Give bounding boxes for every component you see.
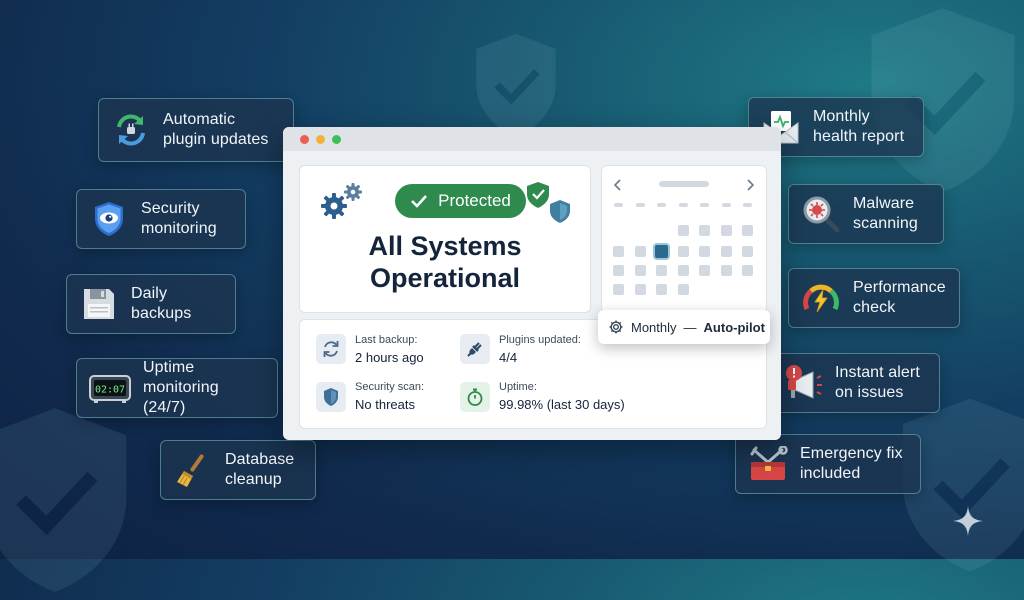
calendar-panel <box>601 165 767 313</box>
weekday-marker <box>657 203 666 207</box>
schedule-separator: — <box>683 319 697 335</box>
megaphone-alert-icon <box>783 363 823 403</box>
feature-label: Security monitoring <box>141 200 217 237</box>
weekday-marker <box>635 203 645 207</box>
speed-gauge-icon <box>801 278 841 318</box>
calendar-day[interactable] <box>656 265 667 276</box>
calendar-day[interactable] <box>677 284 689 295</box>
checkmark-icon <box>411 195 428 208</box>
shields-icon <box>527 182 570 223</box>
feature-label: Performance check <box>853 279 946 316</box>
feature-card-uptime-monitoring: 02:07 Uptime monitoring (24/7) <box>76 358 278 418</box>
weekday-marker <box>743 203 752 207</box>
uptime-label: Uptime: <box>499 381 537 393</box>
feature-card-plugin-updates: Automatic plugin updates <box>98 98 294 162</box>
magnifier-virus-icon <box>801 194 841 234</box>
broom-icon <box>173 450 213 490</box>
feature-label: Uptime monitoring (24/7) <box>143 359 219 416</box>
sparkle-icon <box>953 506 983 536</box>
calendar-day[interactable] <box>634 284 646 295</box>
status-headline: All Systems Operational <box>368 231 522 293</box>
feature-card-emergency-fix: Emergency fix included <box>735 434 921 494</box>
calendar-day[interactable] <box>656 284 667 295</box>
plugins-updated-value: 4/4 <box>499 350 518 365</box>
feature-card-performance-check: Performance check <box>788 268 960 328</box>
calendar-day[interactable] <box>634 265 646 276</box>
browser-window: Protected All Systems Operational Last b… <box>283 127 781 440</box>
calendar-day[interactable] <box>677 225 689 236</box>
gears-icon <box>321 183 362 219</box>
protected-badge-label: Protected <box>438 191 511 210</box>
plugins-updated-label: Plugins updated: <box>499 334 581 346</box>
calendar-day[interactable] <box>699 225 710 236</box>
feature-label: Database cleanup <box>225 451 295 488</box>
security-scan-label: Security scan: <box>355 381 425 393</box>
feature-card-security-monitoring: Security monitoring <box>76 189 246 249</box>
weekday-marker <box>721 203 731 207</box>
floppy-disk-icon <box>79 284 119 324</box>
calendar-day[interactable] <box>742 265 753 276</box>
last-backup-value: 2 hours ago <box>355 350 424 365</box>
calendar-day[interactable] <box>742 225 753 236</box>
month-label-placeholder <box>659 181 709 187</box>
feature-label: Malware scanning <box>853 195 918 232</box>
uptime-value: 99.98% (last 30 days) <box>499 397 625 412</box>
gear-icon <box>609 320 623 334</box>
svg-text:02:07: 02:07 <box>95 385 125 396</box>
calendar-day[interactable] <box>699 265 710 276</box>
schedule-frequency: Monthly <box>631 319 677 335</box>
calendar-day[interactable] <box>720 246 732 257</box>
feature-card-malware-scanning: Malware scanning <box>788 184 944 244</box>
calendar-day[interactable] <box>613 246 624 257</box>
feature-card-instant-alert: Instant alert on issues <box>770 353 940 413</box>
refresh-icon <box>316 334 346 364</box>
feature-label: Automatic plugin updates <box>163 111 269 148</box>
schedule-mode: Auto-pilot <box>703 319 765 335</box>
calendar-day[interactable] <box>613 284 624 295</box>
feature-card-daily-backups: Daily backups <box>66 274 236 334</box>
sync-plug-icon <box>111 110 151 150</box>
calendar-day[interactable] <box>699 246 710 257</box>
stopwatch-icon <box>460 382 490 412</box>
weekday-marker <box>678 203 688 207</box>
calendar-day[interactable] <box>677 246 689 257</box>
plug-icon <box>460 334 490 364</box>
close-window-button[interactable] <box>300 135 309 144</box>
feature-label: Monthly health report <box>813 108 905 145</box>
maximize-window-button[interactable] <box>332 135 341 144</box>
eye-shield-icon <box>89 199 129 239</box>
calendar-day[interactable] <box>720 225 732 236</box>
status-panel: Protected All Systems Operational <box>299 165 591 313</box>
chevron-left-icon[interactable] <box>614 179 622 191</box>
calendar-day[interactable] <box>613 265 624 276</box>
calendar-day[interactable] <box>634 246 646 257</box>
toolbox-icon <box>748 444 788 484</box>
shield-icon <box>316 382 346 412</box>
digital-clock-icon: 02:07 <box>89 368 131 408</box>
selected-day[interactable] <box>655 245 668 258</box>
window-titlebar <box>283 127 781 151</box>
feature-card-database-cleanup: Database cleanup <box>160 440 316 500</box>
last-backup-label: Last backup: <box>355 334 418 346</box>
feature-label: Instant alert on issues <box>835 364 920 401</box>
security-scan-value: No threats <box>355 397 415 412</box>
feature-label: Daily backups <box>131 285 192 322</box>
feature-label: Emergency fix included <box>800 445 903 482</box>
weekday-marker <box>614 203 623 207</box>
background-shield-icon <box>476 33 556 137</box>
protected-badge: Protected <box>395 184 526 218</box>
schedule-tooltip[interactable]: Monthly — Auto-pilot <box>598 310 770 344</box>
calendar-day[interactable] <box>677 265 689 276</box>
calendar-day[interactable] <box>720 265 732 276</box>
calendar-day[interactable] <box>742 246 753 257</box>
weekday-marker <box>700 203 709 207</box>
background-shield-icon <box>0 408 127 592</box>
minimize-window-button[interactable] <box>316 135 325 144</box>
chevron-right-icon[interactable] <box>746 179 754 191</box>
